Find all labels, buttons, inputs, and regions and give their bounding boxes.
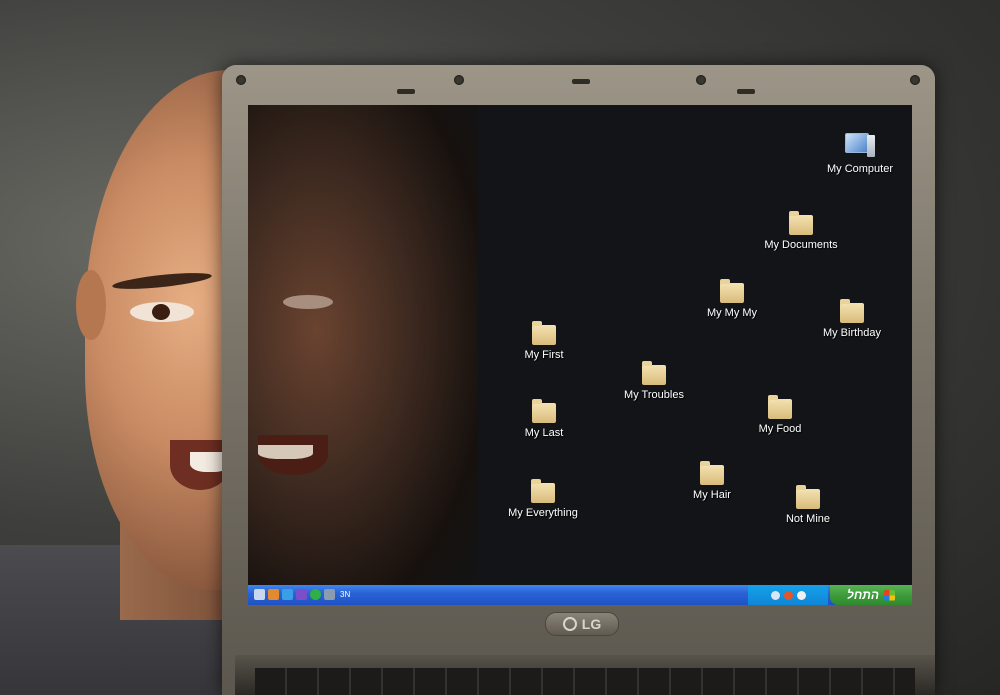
desktop-icon-label: My First <box>524 349 564 361</box>
folder-icon <box>720 279 744 303</box>
desktop-icon-my-last[interactable]: My Last <box>489 399 599 440</box>
browser-icon[interactable] <box>282 589 293 600</box>
app-icon[interactable] <box>324 589 335 600</box>
folder-icon <box>700 461 724 485</box>
folder-icon <box>789 211 813 235</box>
system-tray <box>748 585 828 605</box>
desktop-icon-label: My Troubles <box>624 389 684 401</box>
desktop-icon-label: My Last <box>524 427 564 439</box>
taskbar: 3N התחל <box>248 585 912 605</box>
network-icon[interactable] <box>770 590 780 600</box>
desktop-icon-label: My Documents <box>764 239 838 251</box>
bezel-screw-icon <box>910 75 920 85</box>
desktop-icon-my-documents[interactable]: My Documents <box>746 211 856 252</box>
person-eye <box>130 302 194 322</box>
app-icon[interactable] <box>296 589 307 600</box>
taskbar-task-button[interactable]: 3N <box>336 588 490 602</box>
desktop-icon-my-food[interactable]: My Food <box>725 395 835 436</box>
desktop-icon-label: My Food <box>758 423 802 435</box>
desktop-icon-label: My Computer <box>826 163 894 175</box>
desktop-icon-my-computer[interactable]: My Computer <box>805 133 912 176</box>
security-icon[interactable] <box>783 590 793 600</box>
desktop-icon-label: My Birthday <box>822 327 882 339</box>
windows-flag-icon <box>884 589 895 601</box>
desktop-screen: My Computer My Documents My My My My Birthd… <box>248 105 912 605</box>
folder-icon <box>532 399 556 423</box>
face-reflection <box>248 105 478 605</box>
desktop-icon-my-my-my[interactable]: My My My <box>677 279 787 320</box>
folder-icon <box>840 299 864 323</box>
person-ear <box>76 270 106 340</box>
bezel-latch <box>572 79 590 84</box>
desktop-icon-my-hair[interactable]: My Hair <box>657 461 767 502</box>
folder-icon <box>642 361 666 385</box>
brand-label: LG <box>581 616 602 632</box>
desktop-icon-my-first[interactable]: My First <box>489 321 599 362</box>
media-player-icon[interactable] <box>268 589 279 600</box>
start-button[interactable]: התחל <box>830 585 912 605</box>
reflection-eye <box>283 295 333 309</box>
volume-icon[interactable] <box>796 590 806 600</box>
desktop-icon-label: My Everything <box>508 507 578 519</box>
folder-icon <box>768 395 792 419</box>
desktop-icon-my-troubles[interactable]: My Troubles <box>599 361 709 402</box>
laptop-brand-logo: LG <box>545 612 619 636</box>
desktop-icon-not-mine[interactable]: Not Mine <box>753 485 863 526</box>
folder-icon <box>531 479 555 503</box>
folder-icon <box>532 321 556 345</box>
my-computer-icon <box>845 133 875 159</box>
bezel-latch <box>397 89 415 94</box>
folder-icon <box>796 485 820 509</box>
reflection-teeth <box>258 445 313 459</box>
show-desktop-icon[interactable] <box>254 589 265 600</box>
quick-launch-bar <box>254 589 335 600</box>
start-label: התחל <box>847 588 879 602</box>
bezel-screw-icon <box>454 75 464 85</box>
laptop-keyboard <box>255 668 915 695</box>
bezel-latch <box>737 89 755 94</box>
desktop-icon-label: My My My <box>706 307 758 319</box>
bezel-screw-icon <box>236 75 246 85</box>
desktop-icon-label: Not Mine <box>785 513 831 525</box>
bezel-screw-icon <box>696 75 706 85</box>
messenger-icon[interactable] <box>310 589 321 600</box>
lg-logo-icon <box>562 617 577 631</box>
desktop-icon-my-everything[interactable]: My Everything <box>488 479 598 520</box>
desktop-icon-my-birthday[interactable]: My Birthday <box>797 299 907 340</box>
desktop-icon-label: My Hair <box>693 489 731 501</box>
